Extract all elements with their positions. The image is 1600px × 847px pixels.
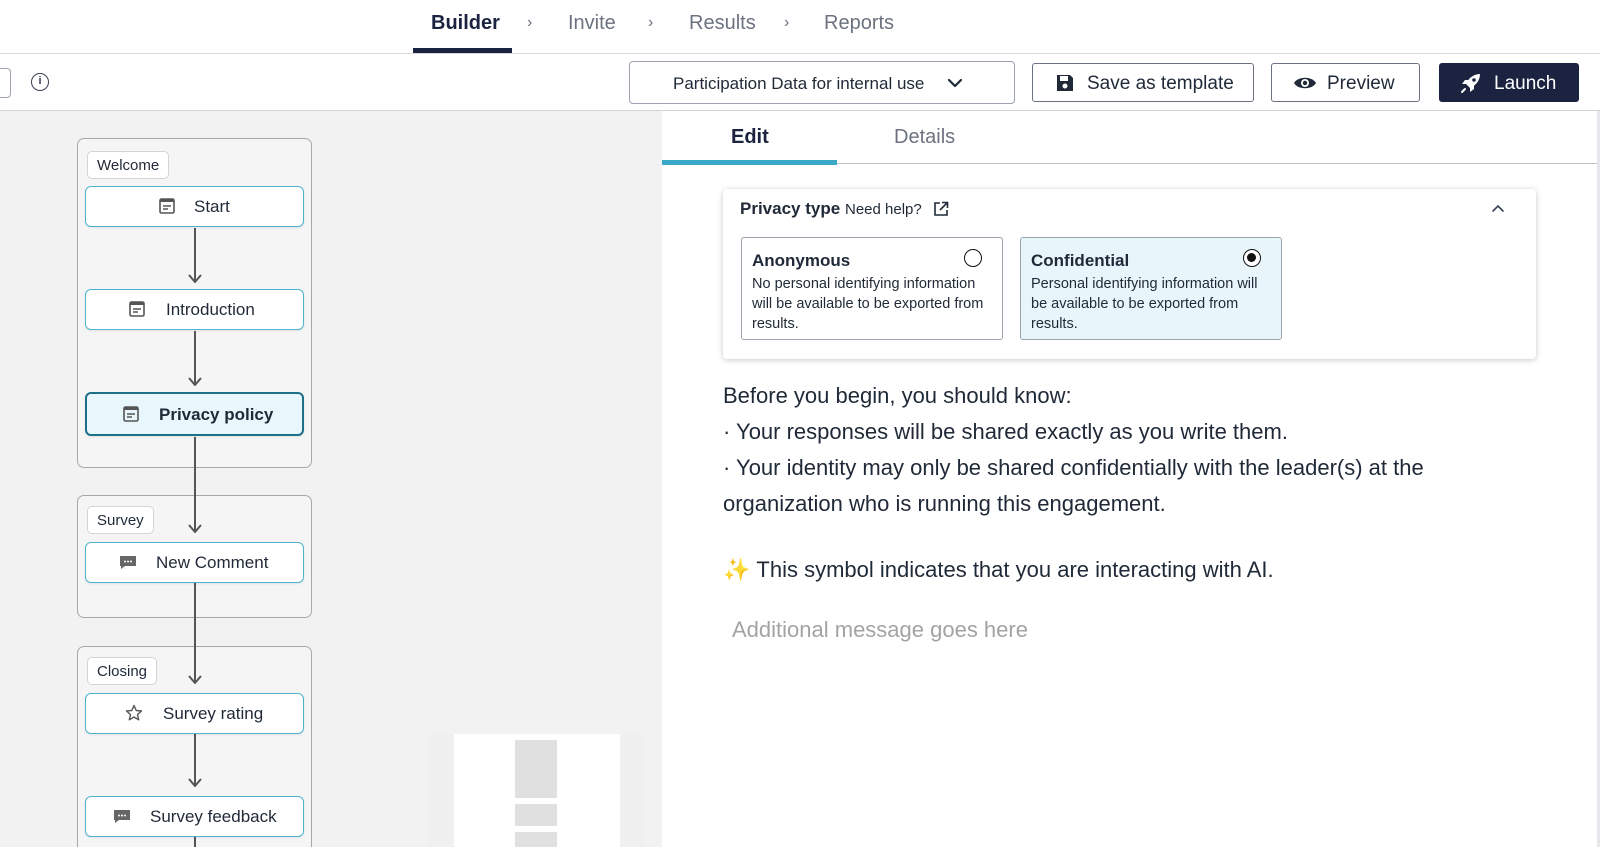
ai-notice-text: This symbol indicates that you are inter… (756, 557, 1274, 582)
privacy-option-confidential[interactable]: Confidential Personal identifying inform… (1020, 237, 1282, 340)
properties-panel: Edit Details Privacy type Need help? Ano… (662, 111, 1600, 847)
step-builder[interactable]: Builder (431, 12, 500, 35)
comment-icon (120, 556, 136, 569)
step-results[interactable]: Results (689, 12, 756, 35)
preview-button[interactable]: Preview (1271, 63, 1420, 102)
message-bullet: · Your identity may only be shared confi… (723, 455, 1424, 516)
node-new-comment[interactable]: New Comment (85, 542, 304, 583)
save-as-template-button[interactable]: Save as template (1032, 63, 1254, 102)
save-as-template-label: Save as template (1087, 73, 1234, 94)
connector-line (194, 837, 196, 847)
node-survey-feedback[interactable]: Survey feedback (85, 796, 304, 837)
data-usage-dropdown[interactable]: Participation Data for internal use (629, 61, 1015, 104)
privacy-option-anonymous[interactable]: Anonymous No personal identifying inform… (741, 237, 1003, 340)
node-label: Start (194, 197, 230, 216)
step-invite[interactable]: Invite (568, 12, 616, 35)
step-reports[interactable]: Reports (824, 12, 894, 35)
message-bullet: · Your responses will be shared exactly … (723, 419, 1288, 444)
launch-label: Launch (1494, 73, 1557, 94)
node-start[interactable]: Start (85, 186, 304, 227)
arrow-head-icon (188, 675, 202, 684)
eye-icon (1294, 77, 1316, 89)
additional-message-input[interactable]: Additional message goes here (732, 617, 1028, 643)
canvas-minimap[interactable] (427, 734, 644, 847)
tab-edit[interactable]: Edit (731, 126, 769, 149)
option-title: Confidential (1031, 251, 1130, 270)
form-icon (159, 198, 175, 214)
comment-icon (114, 810, 130, 823)
survey-builder-app: Builder › Invite › Results › Reports i P… (0, 0, 1600, 847)
active-tab-underline (662, 160, 837, 165)
launch-button[interactable]: Launch (1439, 63, 1579, 102)
chevron-right-icon: › (784, 14, 790, 31)
arrow-head-icon (188, 274, 202, 283)
option-description: No personal identifying information will… (752, 276, 984, 332)
connector-line (194, 583, 196, 682)
star-icon (125, 704, 143, 721)
chevron-down-icon (948, 78, 962, 88)
info-icon[interactable]: i (31, 73, 49, 91)
form-icon (123, 406, 139, 422)
need-help-link[interactable]: Need help? (845, 201, 922, 218)
connector-line (194, 437, 196, 531)
group-tag: Survey (87, 506, 154, 534)
group-tag: Closing (87, 657, 158, 685)
minimap-block (515, 832, 557, 847)
option-title: Anonymous (752, 251, 851, 270)
chevron-right-icon: › (527, 14, 533, 31)
form-icon (129, 301, 145, 317)
arrow-head-icon (188, 524, 202, 533)
node-label: Introduction (166, 300, 255, 319)
truncated-input-edge[interactable] (0, 68, 11, 98)
privacy-type-card: Privacy type Need help? Anonymous No per… (723, 189, 1536, 359)
save-icon (1057, 75, 1073, 91)
privacy-message-editor[interactable]: Before you begin, you should know: · You… (723, 378, 1523, 522)
chevron-up-icon[interactable] (1491, 202, 1505, 216)
external-link-icon[interactable] (933, 201, 949, 217)
node-label: New Comment (156, 553, 269, 572)
option-description: Personal identifying information will be… (1031, 276, 1258, 332)
group-tag: Welcome (87, 151, 170, 179)
ai-notice: ✨ This symbol indicates that you are inte… (723, 557, 1274, 583)
dropdown-value: Participation Data for internal use (673, 74, 925, 93)
node-label: Survey rating (163, 704, 264, 723)
node-label: Survey feedback (150, 807, 277, 826)
minimap-block (515, 804, 557, 826)
arrow-head-icon (188, 778, 202, 787)
rocket-icon (1461, 74, 1480, 93)
minimap-block (515, 740, 557, 798)
node-label: Privacy policy (159, 405, 274, 424)
anonymous-radio[interactable] (964, 249, 982, 267)
node-introduction[interactable]: Introduction (85, 289, 304, 330)
chevron-right-icon: › (648, 14, 654, 31)
node-privacy-policy[interactable]: Privacy policy (85, 392, 304, 436)
flow-canvas[interactable]: Welcome Survey Closing Start Introductio… (0, 111, 662, 847)
confidential-radio[interactable] (1243, 249, 1261, 267)
builder-toolbar: i Participation Data for internal use Sa… (0, 54, 1600, 111)
node-survey-rating[interactable]: Survey rating (85, 693, 304, 734)
preview-label: Preview (1327, 73, 1395, 94)
workflow-stepper: Builder › Invite › Results › Reports (0, 0, 1600, 54)
message-intro: Before you begin, you should know: (723, 383, 1072, 408)
active-step-underline (413, 48, 512, 53)
arrow-head-icon (188, 377, 202, 386)
privacy-type-title: Privacy type (740, 199, 841, 218)
sparkle-icon: ✨ (723, 557, 751, 582)
tab-details[interactable]: Details (894, 126, 955, 149)
